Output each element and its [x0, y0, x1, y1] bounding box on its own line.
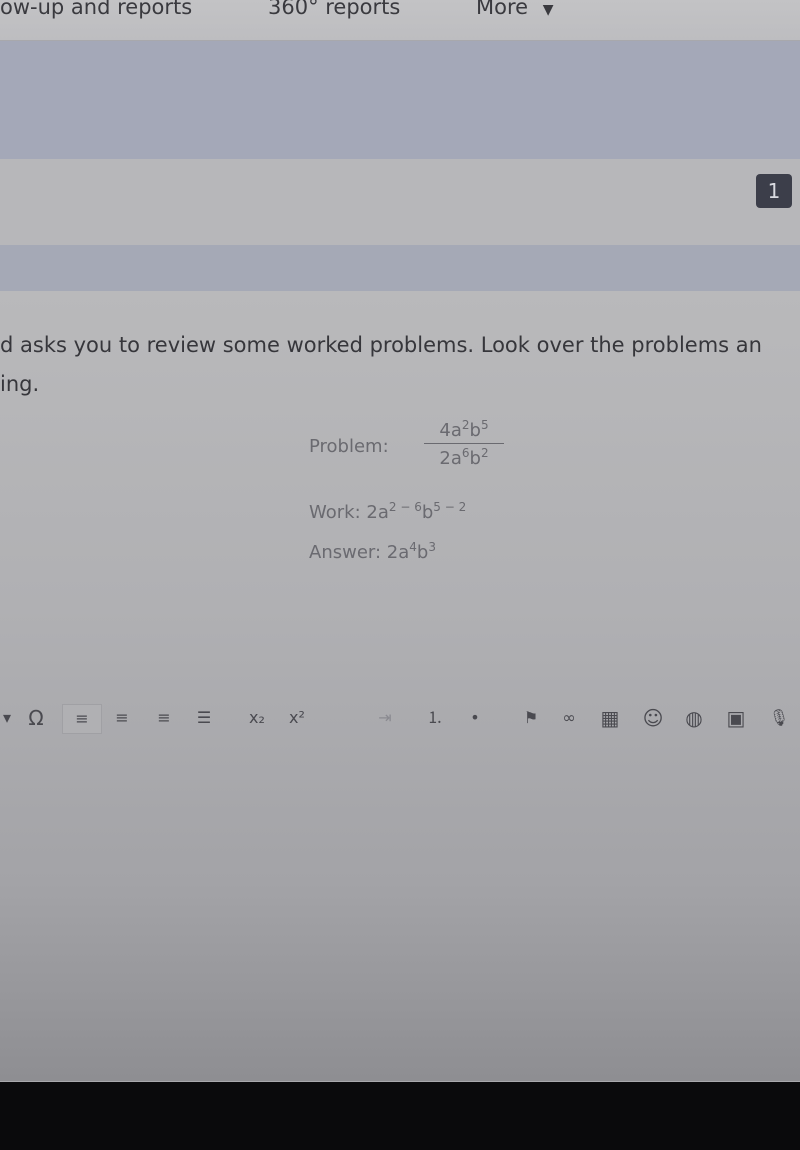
numbered-list-icon[interactable]: ⒈ [422, 704, 448, 732]
fraction-bar [424, 443, 504, 444]
emoji-icon[interactable]: ☺ [640, 704, 666, 732]
screen-bezel [0, 1082, 800, 1150]
link-icon[interactable]: ∞ [556, 704, 582, 732]
nav-more[interactable]: More ▼ [476, 0, 554, 19]
superscript-icon[interactable]: x² [284, 704, 310, 732]
justify-icon[interactable]: ☰ [192, 704, 216, 732]
align-right-icon[interactable]: ≡ [152, 704, 176, 732]
fraction-denominator: 2a6b2 [439, 446, 489, 469]
editor-toolbar: ▾ Ω ≡ ≡ ≡ ☰ x₂ x² ⇥ ⒈ • ⚑ ∞ ▦ ☺ ◍ ▣ 🎙 [0, 700, 800, 738]
question-prompt-line1: d asks you to review some worked problem… [0, 333, 762, 357]
align-left-icon[interactable]: ≡ [62, 704, 102, 734]
question-header [0, 159, 800, 245]
nav-follow-up-reports[interactable]: ow-up and reports [0, 0, 192, 19]
question-number-badge: 1 [756, 174, 792, 208]
indent-icon[interactable]: ⇥ [372, 704, 398, 732]
problem-label: Problem: [309, 436, 389, 457]
nav-more-label: More [476, 0, 529, 19]
answer-line: Answer: 2a4b3 [309, 540, 436, 563]
answer-editor[interactable] [0, 745, 800, 1080]
dropdown-caret-icon[interactable]: ▾ [0, 704, 14, 732]
table-icon[interactable]: ▦ [597, 704, 623, 732]
top-navigation: ow-up and reports 360° reports More ▼ [0, 0, 800, 41]
special-character-icon[interactable]: Ω [24, 704, 48, 732]
question-subheader [0, 245, 800, 291]
globe-icon[interactable]: ◍ [681, 704, 707, 732]
align-center-icon[interactable]: ≡ [110, 704, 134, 732]
subscript-icon[interactable]: x₂ [244, 704, 270, 732]
flag-icon[interactable]: ⚑ [518, 704, 544, 732]
image-icon[interactable]: ▣ [722, 704, 750, 732]
question-prompt-line2: ing. [0, 372, 40, 396]
problem-fraction: 4a2b5 2a6b2 [424, 418, 504, 469]
header-band [0, 41, 800, 159]
microphone-icon[interactable]: 🎙 [768, 704, 790, 732]
work-line: Work: 2a2 − 6b5 − 2 [309, 500, 467, 523]
fraction-numerator: 4a2b5 [439, 418, 489, 441]
caret-down-icon: ▼ [542, 2, 554, 18]
bulleted-list-icon[interactable]: • [462, 704, 488, 732]
nav-360-reports[interactable]: 360° reports [268, 0, 400, 19]
